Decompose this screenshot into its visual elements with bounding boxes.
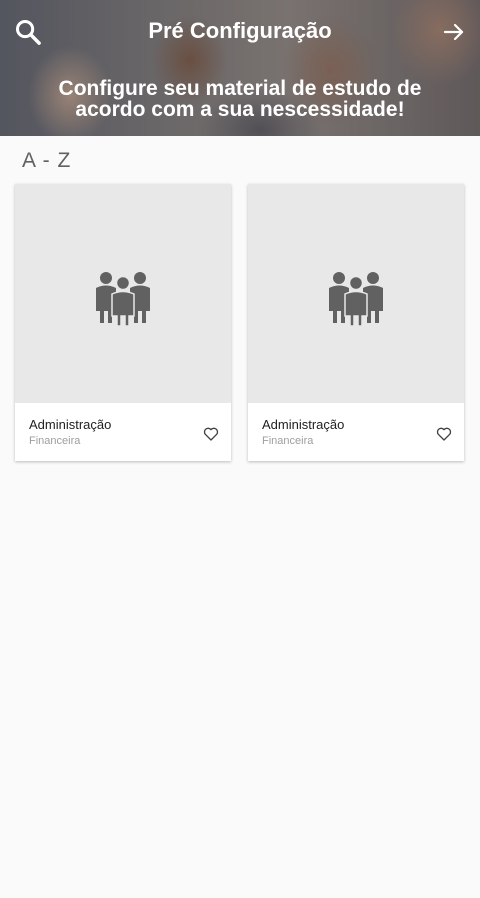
card-subtitle: Financeira [29, 435, 81, 447]
card-image [248, 184, 464, 403]
heart-outline-icon[interactable] [203, 426, 219, 442]
heart-outline-icon[interactable] [436, 426, 452, 442]
card-subtitle: Financeira [262, 435, 314, 447]
course-card[interactable]: Administração Financeira [15, 184, 231, 461]
card-image [15, 184, 231, 403]
course-card[interactable]: Administração Financeira [248, 184, 464, 461]
card-title: Administração [29, 417, 112, 432]
arrow-right-icon[interactable] [442, 20, 466, 44]
people-group-icon [329, 272, 383, 327]
page-subtitle: Configure seu material de estudo de acor… [58, 77, 422, 121]
card-title: Administração [262, 417, 345, 432]
people-group-icon [96, 272, 150, 327]
section-title: A - Z [22, 149, 72, 172]
page-title: Pré Configuração [148, 18, 332, 43]
header-banner: Pré Configuração Configure seu material … [0, 0, 480, 136]
